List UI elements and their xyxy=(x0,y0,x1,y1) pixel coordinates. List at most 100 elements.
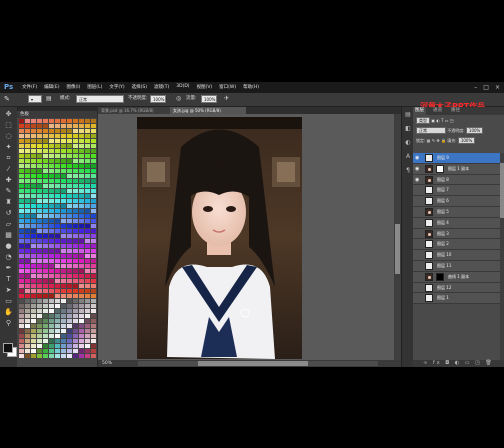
color-swatch[interactable] xyxy=(91,169,96,173)
crop-tool-icon[interactable]: ⌗ xyxy=(3,154,14,163)
color-swatch[interactable] xyxy=(19,259,24,263)
color-swatch[interactable] xyxy=(55,254,60,258)
color-swatch[interactable] xyxy=(25,189,30,193)
color-swatch[interactable] xyxy=(19,284,24,288)
color-swatch[interactable] xyxy=(91,144,96,148)
color-swatch[interactable] xyxy=(19,179,24,183)
layer-mask-thumbnail[interactable] xyxy=(436,164,444,173)
visibility-eye-icon[interactable]: ◉ xyxy=(415,155,420,161)
color-swatch[interactable] xyxy=(79,279,84,283)
color-swatch[interactable] xyxy=(55,234,60,238)
color-swatch[interactable] xyxy=(79,264,84,268)
color-swatch[interactable] xyxy=(31,339,36,343)
color-swatch[interactable] xyxy=(67,199,72,203)
color-swatch[interactable] xyxy=(25,174,30,178)
color-swatch[interactable] xyxy=(19,149,24,153)
color-swatch[interactable] xyxy=(73,169,78,173)
color-swatch[interactable] xyxy=(49,129,54,133)
color-swatch[interactable] xyxy=(31,229,36,233)
color-swatch[interactable] xyxy=(37,264,42,268)
color-swatch[interactable] xyxy=(37,254,42,258)
color-swatch[interactable] xyxy=(61,209,66,213)
color-swatch[interactable] xyxy=(61,299,66,303)
color-swatch[interactable] xyxy=(85,159,90,163)
color-swatch[interactable] xyxy=(37,134,42,138)
color-swatch[interactable] xyxy=(73,154,78,158)
color-swatch[interactable] xyxy=(85,339,90,343)
color-swatch[interactable] xyxy=(91,149,96,153)
menu-item[interactable]: 3D(D) xyxy=(176,84,189,90)
color-swatch[interactable] xyxy=(61,204,66,208)
menu-item[interactable]: 图像(I) xyxy=(66,84,80,90)
color-swatch[interactable] xyxy=(19,189,24,193)
color-swatch[interactable] xyxy=(25,209,30,213)
color-swatch[interactable] xyxy=(31,279,36,283)
color-swatch[interactable] xyxy=(91,344,96,348)
color-swatch[interactable] xyxy=(73,309,78,313)
color-swatch[interactable] xyxy=(43,194,48,198)
color-swatch[interactable] xyxy=(85,319,90,323)
color-swatch[interactable] xyxy=(61,224,66,228)
color-swatch[interactable] xyxy=(91,289,96,293)
color-swatch[interactable] xyxy=(31,239,36,243)
color-swatch[interactable] xyxy=(49,299,54,303)
color-swatch[interactable] xyxy=(31,164,36,168)
color-swatch[interactable] xyxy=(25,124,30,128)
color-swatch[interactable] xyxy=(55,294,60,298)
color-swatch[interactable] xyxy=(37,189,42,193)
color-swatch[interactable] xyxy=(37,229,42,233)
color-swatch[interactable] xyxy=(49,164,54,168)
color-swatch[interactable] xyxy=(31,299,36,303)
color-swatch[interactable] xyxy=(73,314,78,318)
color-swatch[interactable] xyxy=(43,124,48,128)
color-swatch[interactable] xyxy=(67,134,72,138)
color-swatch[interactable] xyxy=(25,349,30,353)
color-swatch[interactable] xyxy=(49,329,54,333)
swatches-tab[interactable]: 色板 xyxy=(17,111,97,118)
color-swatch[interactable] xyxy=(49,214,54,218)
color-swatch[interactable] xyxy=(55,274,60,278)
color-swatch[interactable] xyxy=(31,219,36,223)
color-swatch[interactable] xyxy=(43,179,48,183)
color-swatch[interactable] xyxy=(19,219,24,223)
color-swatch[interactable] xyxy=(73,249,78,253)
color-swatch[interactable] xyxy=(85,249,90,253)
color-swatch[interactable] xyxy=(37,314,42,318)
color-swatch[interactable] xyxy=(55,144,60,148)
color-swatch[interactable] xyxy=(67,149,72,153)
color-swatch[interactable] xyxy=(67,124,72,128)
color-swatch[interactable] xyxy=(85,139,90,143)
color-swatch[interactable] xyxy=(61,344,66,348)
color-swatch[interactable] xyxy=(43,244,48,248)
color-swatch[interactable] xyxy=(49,174,54,178)
color-swatch[interactable] xyxy=(25,144,30,148)
color-swatch[interactable] xyxy=(49,119,54,123)
paragraph-icon[interactable]: ¶ xyxy=(404,167,412,175)
color-swatch[interactable] xyxy=(25,254,30,258)
color-swatch[interactable] xyxy=(49,194,54,198)
color-swatch[interactable] xyxy=(55,204,60,208)
color-swatch[interactable] xyxy=(49,229,54,233)
color-swatch[interactable] xyxy=(79,269,84,273)
brush-panel-icon[interactable]: ▤ xyxy=(46,95,52,103)
color-swatch[interactable] xyxy=(55,189,60,193)
color-swatch[interactable] xyxy=(91,279,96,283)
maximize-button[interactable]: □ xyxy=(483,84,489,91)
tab-layers[interactable]: 图层 xyxy=(413,107,426,115)
color-swatch[interactable] xyxy=(31,319,36,323)
color-swatch[interactable] xyxy=(73,119,78,123)
color-swatch[interactable] xyxy=(43,229,48,233)
color-swatch[interactable] xyxy=(79,319,84,323)
color-swatch[interactable] xyxy=(25,344,30,348)
color-swatch[interactable] xyxy=(61,219,66,223)
color-swatch[interactable] xyxy=(19,129,24,133)
color-swatch[interactable] xyxy=(55,224,60,228)
color-swatch[interactable] xyxy=(73,279,78,283)
color-swatch[interactable] xyxy=(43,274,48,278)
color-swatch[interactable] xyxy=(61,139,66,143)
color-swatch[interactable] xyxy=(55,169,60,173)
color-swatch[interactable] xyxy=(43,199,48,203)
color-swatch[interactable] xyxy=(49,139,54,143)
color-swatch[interactable] xyxy=(67,224,72,228)
color-swatch[interactable] xyxy=(55,284,60,288)
